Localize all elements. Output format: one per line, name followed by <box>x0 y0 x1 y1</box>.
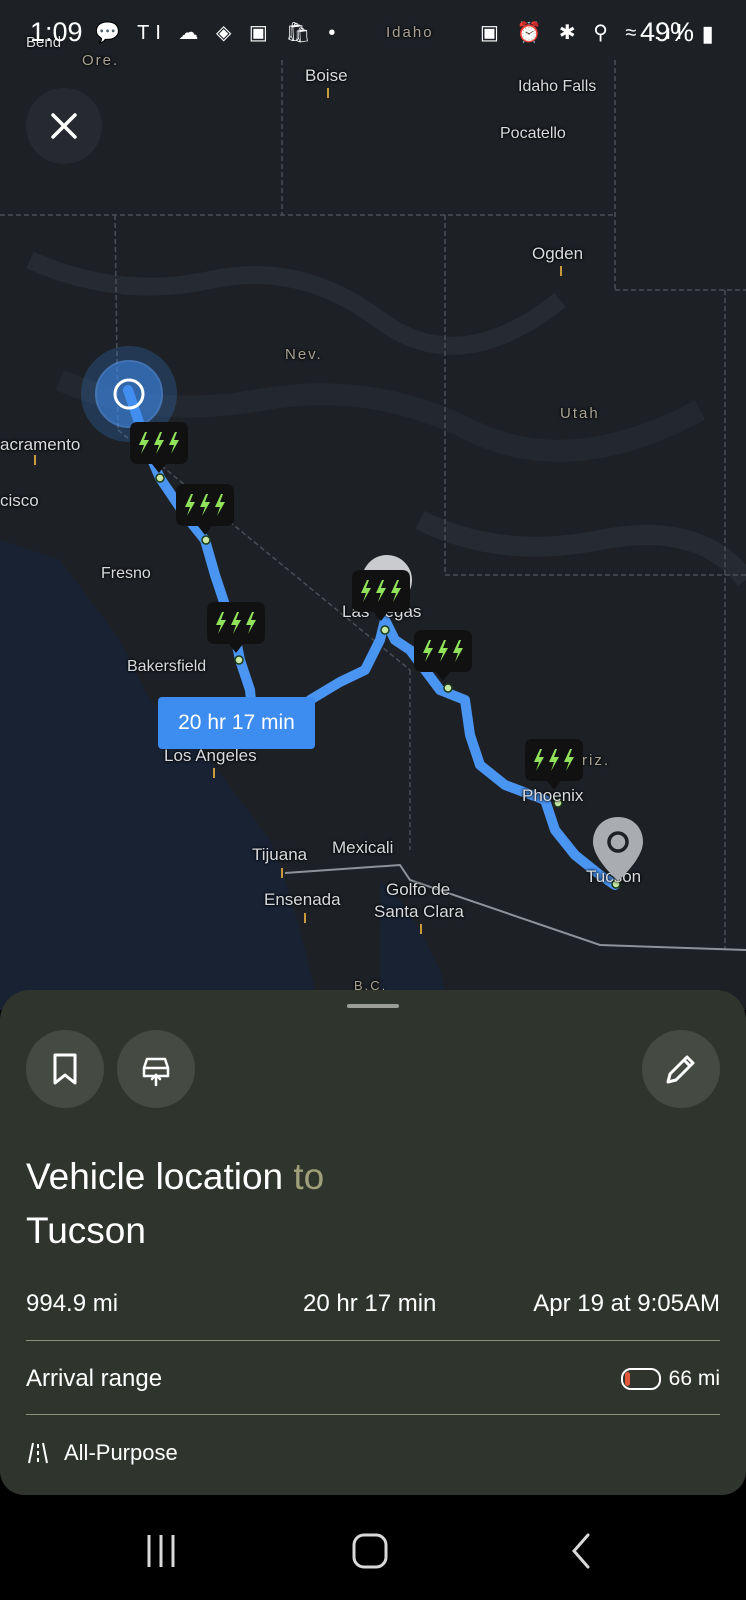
route-destination: Tucson <box>26 1210 146 1251</box>
bookmark-icon <box>53 1053 77 1085</box>
recent-apps-icon[interactable] <box>143 1533 179 1569</box>
map-label-sacramento: acramento <box>0 435 81 454</box>
supercharger-marker[interactable] <box>350 568 412 621</box>
battery-range-fill <box>624 1372 630 1386</box>
map-label-idaho-falls: Idaho Falls <box>518 78 597 95</box>
supercharger-marker[interactable] <box>412 628 474 681</box>
route-arrival-time: Apr 19 at 9:05AM <box>533 1290 720 1317</box>
send-to-vehicle-button[interactable] <box>117 1030 195 1108</box>
map-label-mexicali: Mexicali <box>332 838 394 857</box>
map-label-fresno: Fresno <box>101 565 151 582</box>
status-bar: 1:09 💬 ΤΙ ☁ ◈ ▣ 🛍 • ▣ ⏰ ✱ ⚲ ≈ .ıl 49% ▮ <box>0 0 746 60</box>
map-pin-santa-clara <box>420 924 422 934</box>
routing-mode-label: All-Purpose <box>64 1440 178 1465</box>
route-sheet: Vehicle location to Tucson 994.9 mi 20 h… <box>0 990 746 1495</box>
charger-bolt-icon <box>352 570 410 621</box>
map-label-los-angeles: Los Angeles <box>164 746 257 765</box>
map-label-santa-clara: Santa Clara <box>374 902 464 921</box>
map-pin-ogden <box>560 266 562 276</box>
arrival-range-value: 66 mi <box>620 1367 720 1391</box>
map-label-san-francisco: cisco <box>0 491 39 510</box>
charger-bolt-icon <box>525 739 583 790</box>
route-stats: 994.9 mi 20 hr 17 min Apr 19 at 9:05AM <box>26 1290 720 1330</box>
notification-icons: 💬 ΤΙ ☁ ◈ ▣ 🛍 • <box>95 22 342 44</box>
map-label-bakersfield: Bakersfield <box>127 658 207 675</box>
supercharger-marker[interactable] <box>523 737 585 790</box>
map-label-utah: Utah <box>560 405 600 422</box>
map-pin-tijuana <box>281 868 283 878</box>
back-icon[interactable] <box>566 1531 596 1571</box>
arrival-range-label: Arrival range <box>26 1365 163 1392</box>
pencil-icon <box>666 1055 695 1084</box>
divider <box>26 1414 720 1415</box>
vehicle-icon <box>142 1057 170 1087</box>
map-view[interactable]: Bend Ore. Boise Idaho Idaho Falls Pocate… <box>0 0 746 1010</box>
battery-percent: 49% ▮ <box>640 17 714 47</box>
supercharger-marker[interactable] <box>128 420 190 473</box>
map-pin-ensenada <box>304 913 306 923</box>
map-pin-los-angeles <box>213 768 215 778</box>
sheet-drag-handle[interactable] <box>347 1004 399 1008</box>
battery-range-icon <box>620 1368 661 1390</box>
map-pin-sacramento <box>34 455 36 465</box>
status-time: 1:09 <box>30 17 83 47</box>
supercharger-marker[interactable] <box>205 600 267 653</box>
charger-bolt-icon <box>130 422 188 473</box>
map-label-pocatello: Pocatello <box>500 125 566 142</box>
road-icon <box>28 1442 48 1464</box>
system-nav-bar <box>0 1495 746 1600</box>
map-label-ensenada: Ensenada <box>264 890 341 909</box>
route-duration-bubble[interactable]: 20 hr 17 min <box>158 697 315 749</box>
charger-bolt-icon <box>414 630 472 681</box>
map-pin-boise <box>327 88 329 98</box>
close-button[interactable] <box>26 88 102 164</box>
map-label-nevada: Nev. <box>285 346 323 363</box>
route-connector: to <box>293 1156 325 1197</box>
map-label-tijuana: Tijuana <box>252 845 308 864</box>
map-label-boise: Boise <box>305 66 348 85</box>
charger-bolt-icon <box>207 602 265 653</box>
destination-pin-icon[interactable] <box>590 815 646 885</box>
edit-route-button[interactable] <box>642 1030 720 1108</box>
close-icon <box>51 113 77 139</box>
map-label-golfo-de: Golfo de <box>386 880 451 899</box>
save-route-button[interactable] <box>26 1030 104 1108</box>
route-duration: 20 hr 17 min <box>303 1290 437 1317</box>
battery-icon: ▮ <box>701 21 714 46</box>
home-icon[interactable] <box>350 1531 390 1571</box>
divider <box>26 1340 720 1341</box>
routing-mode-row[interactable]: All-Purpose <box>26 1440 178 1466</box>
route-distance: 994.9 mi <box>26 1290 119 1317</box>
map-label-ogden: Ogden <box>532 244 584 263</box>
route-origin: Vehicle location <box>26 1156 284 1197</box>
supercharger-marker[interactable] <box>174 482 236 535</box>
arrival-range-row[interactable]: Arrival range 66 mi <box>26 1365 720 1405</box>
charger-bolt-icon <box>176 484 234 535</box>
route-title: Vehicle location to Tucson <box>26 1150 324 1258</box>
